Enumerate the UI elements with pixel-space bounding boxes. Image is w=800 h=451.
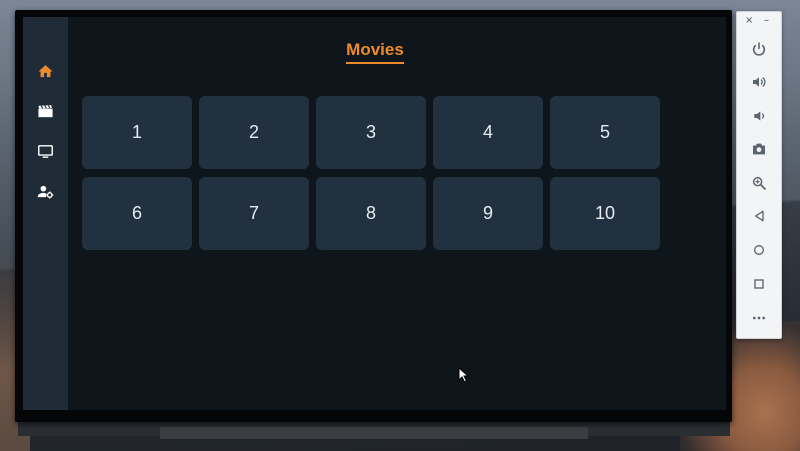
overview-icon [754,279,764,289]
movie-icon [37,104,53,117]
movie-tile[interactable]: 9 [433,177,543,250]
movie-tile[interactable]: 7 [199,177,309,250]
back-icon [755,210,764,222]
minimize-button[interactable]: – [764,16,769,26]
camera-icon [753,143,765,155]
close-button[interactable]: × [745,16,753,26]
toolbar-titlebar: × – [737,12,781,32]
movie-tile[interactable]: 1 [82,96,192,169]
emulator-toolbar: × – [736,11,782,339]
volume-up-icon [753,77,766,87]
mouse-cursor-icon [458,367,470,383]
movies-grid: 1 2 3 4 5 6 7 8 9 10 [82,96,662,250]
sidebar-item-user-settings[interactable] [32,178,58,204]
home-icon [37,64,53,77]
home-circle-icon [754,245,764,255]
overview-button[interactable] [748,273,770,295]
volume-up-button[interactable] [748,71,770,93]
page-title: Movies [346,40,404,59]
movie-tile[interactable]: 3 [316,96,426,169]
more-button[interactable] [748,307,770,329]
screenshot-button[interactable] [748,138,770,160]
title-underline [346,62,404,64]
sidebar-item-home[interactable] [32,58,58,84]
emulator-bottom-handle [160,427,588,439]
volume-down-button[interactable] [748,105,770,127]
movie-tile[interactable]: 5 [550,96,660,169]
sidebar-nav [23,17,68,410]
back-button[interactable] [748,205,770,227]
movie-tile[interactable]: 4 [433,96,543,169]
app-screen: Movies 1 2 3 4 5 6 7 8 9 10 [23,17,726,410]
more-icon [753,316,765,320]
sidebar-item-tv[interactable] [32,138,58,164]
power-icon [752,42,766,56]
home-button[interactable] [748,239,770,261]
sidebar-item-movies[interactable] [32,98,58,124]
zoom-in-icon [752,176,766,190]
volume-down-icon [754,111,765,121]
movie-tile[interactable]: 8 [316,177,426,250]
zoom-button[interactable] [748,172,770,194]
tv-icon [37,144,53,158]
movie-tile[interactable]: 2 [199,96,309,169]
movie-tile[interactable]: 10 [550,177,660,250]
movie-tile[interactable]: 6 [82,177,192,250]
power-button[interactable] [748,38,770,60]
user-settings-icon [37,185,53,199]
